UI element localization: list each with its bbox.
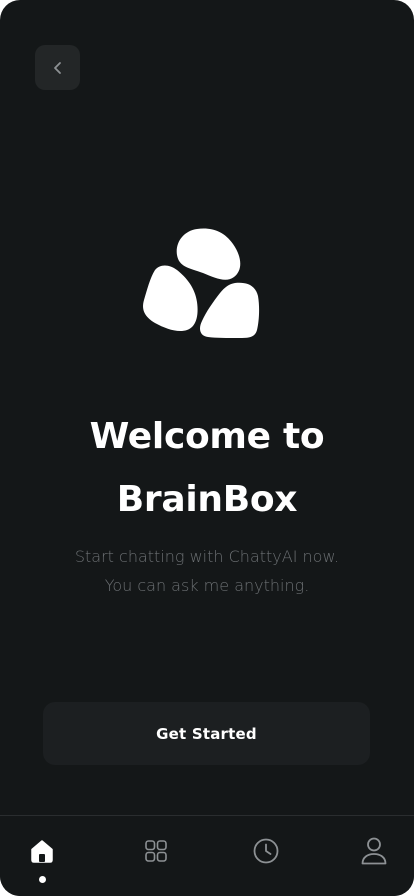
brainbox-logo-icon bbox=[143, 228, 260, 338]
welcome-title-line2: BrainBox bbox=[116, 479, 298, 520]
user-icon bbox=[361, 837, 387, 865]
tab-profile[interactable] bbox=[359, 836, 389, 866]
welcome-title: Welcome to BrainBox bbox=[0, 405, 414, 531]
tab-history[interactable] bbox=[251, 836, 281, 866]
active-tab-indicator bbox=[39, 876, 46, 883]
bottom-tab-bar bbox=[0, 815, 414, 896]
welcome-screen: Welcome to BrainBox Start chatting with … bbox=[0, 0, 414, 896]
welcome-subtitle-line1: Start chatting with ChattyAI now. bbox=[74, 547, 340, 566]
chevron-left-icon bbox=[53, 61, 61, 74]
back-button[interactable] bbox=[35, 45, 80, 90]
home-icon bbox=[31, 840, 53, 863]
grid-icon bbox=[145, 840, 167, 862]
tab-grid[interactable] bbox=[141, 836, 171, 866]
welcome-title-line1: Welcome to bbox=[89, 416, 325, 457]
welcome-subtitle: Start chatting with ChattyAI now. You ca… bbox=[0, 542, 414, 600]
welcome-subtitle-line2: You can ask me anything. bbox=[104, 576, 310, 595]
clock-icon bbox=[253, 838, 279, 864]
tab-home[interactable] bbox=[27, 836, 57, 866]
get-started-button[interactable]: Get Started bbox=[43, 702, 370, 765]
